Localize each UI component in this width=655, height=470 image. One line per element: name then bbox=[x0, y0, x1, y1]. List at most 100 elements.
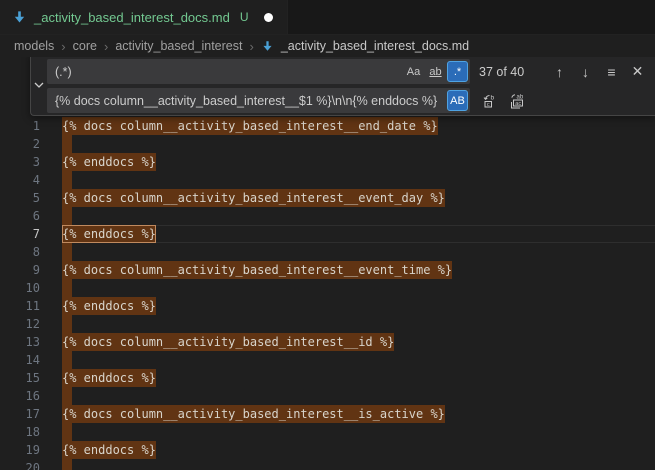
replace-button[interactable]: b c bbox=[478, 89, 501, 112]
svg-text:ac: ac bbox=[515, 100, 521, 106]
editor-line[interactable]: 3 {% enddocs %} bbox=[0, 153, 655, 171]
replace-all-button[interactable]: ab ac bbox=[505, 89, 528, 112]
line-content: {% docs column__activity_based_interest_… bbox=[62, 261, 655, 279]
editor-line[interactable]: 1 {% docs column__activity_based_interest… bbox=[0, 117, 655, 135]
toggle-replace-chevron-icon[interactable] bbox=[31, 59, 47, 111]
line-number: 13 bbox=[0, 333, 40, 351]
chevron-right-icon: › bbox=[104, 39, 108, 54]
git-status-badge: U bbox=[240, 10, 249, 24]
find-match-highlight: {% docs column__activity_based_interest_… bbox=[62, 189, 445, 207]
line-content: {% enddocs %} bbox=[62, 369, 655, 387]
tab-filename: _activity_based_interest_docs.md bbox=[34, 10, 230, 25]
find-input[interactable]: (.*) Aa ab .* bbox=[47, 59, 470, 84]
replace-row: {% docs column__activity_based_interest_… bbox=[47, 88, 649, 113]
line-number: 1 bbox=[0, 117, 40, 135]
svg-text:b: b bbox=[490, 94, 494, 101]
line-number: 17 bbox=[0, 405, 40, 423]
find-row: (.*) Aa ab .* 37 of 40 ↑ ↓ ≡ ✕ bbox=[47, 59, 649, 84]
find-match-highlight: {% docs column__activity_based_interest_… bbox=[62, 333, 394, 351]
line-content: {% enddocs %} bbox=[62, 153, 655, 171]
line-number: 12 bbox=[0, 315, 40, 333]
replace-input[interactable]: {% docs column__activity_based_interest_… bbox=[47, 88, 470, 113]
breadcrumb: models › core › activity_based_interest … bbox=[0, 35, 655, 57]
line-content bbox=[62, 171, 655, 189]
line-number: 2 bbox=[0, 135, 40, 153]
editor-line[interactable]: 8 bbox=[0, 243, 655, 261]
preserve-case-toggle[interactable]: AB bbox=[447, 90, 468, 111]
editor-line[interactable]: 18 bbox=[0, 423, 655, 441]
line-number: 7 bbox=[0, 225, 40, 243]
editor-line[interactable]: 11 {% enddocs %} bbox=[0, 297, 655, 315]
match-case-toggle[interactable]: Aa bbox=[403, 61, 424, 82]
editor-line[interactable]: 15 {% enddocs %} bbox=[0, 369, 655, 387]
find-match-highlight: {% enddocs %} bbox=[62, 297, 156, 315]
editor-line[interactable]: 16 bbox=[0, 387, 655, 405]
unsaved-dot-icon[interactable] bbox=[264, 13, 273, 22]
chevron-right-icon: › bbox=[61, 39, 65, 54]
find-match-highlight bbox=[62, 459, 72, 470]
breadcrumb-item-models[interactable]: models bbox=[14, 39, 54, 53]
find-match-highlight bbox=[62, 315, 72, 333]
find-match-highlight: {% enddocs %} bbox=[62, 369, 156, 387]
line-content bbox=[62, 387, 655, 405]
close-find-button[interactable]: ✕ bbox=[626, 60, 649, 83]
editor-line[interactable]: 17 {% docs column__activity_based_interes… bbox=[0, 405, 655, 423]
current-find-match: {% enddocs %} bbox=[62, 225, 156, 243]
find-match-highlight: {% enddocs %} bbox=[62, 441, 156, 459]
regex-toggle[interactable]: .* bbox=[447, 61, 468, 82]
previous-match-button[interactable]: ↑ bbox=[548, 60, 571, 83]
editor-line[interactable]: 9 {% docs column__activity_based_interest… bbox=[0, 261, 655, 279]
line-content bbox=[62, 243, 655, 261]
line-number: 20 bbox=[0, 459, 40, 470]
tab-bar: _activity_based_interest_docs.md U bbox=[0, 0, 655, 35]
line-number: 11 bbox=[0, 297, 40, 315]
editor-line[interactable]: 10 bbox=[0, 279, 655, 297]
editor-line[interactable]: 4 bbox=[0, 171, 655, 189]
find-match-highlight: {% docs column__activity_based_interest_… bbox=[62, 117, 438, 135]
breadcrumb-item-file[interactable]: _activity_based_interest_docs.md bbox=[281, 39, 469, 53]
editor-line[interactable]: 14 bbox=[0, 351, 655, 369]
line-content: {% docs column__activity_based_interest_… bbox=[62, 405, 655, 423]
line-content: {% docs column__activity_based_interest_… bbox=[62, 117, 655, 135]
whole-word-toggle[interactable]: ab bbox=[425, 61, 446, 82]
find-nav-buttons: ↑ ↓ ≡ ✕ bbox=[548, 60, 649, 83]
find-match-highlight: {% docs column__activity_based_interest_… bbox=[62, 261, 452, 279]
line-content: {% enddocs %} bbox=[62, 225, 655, 243]
markdown-file-icon bbox=[261, 40, 274, 53]
find-in-selection-button[interactable]: ≡ bbox=[600, 60, 623, 83]
find-match-highlight: {% enddocs %} bbox=[62, 153, 156, 171]
editor-line[interactable]: 13 {% docs column__activity_based_interes… bbox=[0, 333, 655, 351]
editor-tab[interactable]: _activity_based_interest_docs.md U bbox=[0, 0, 288, 34]
editor-line[interactable]: 6 bbox=[0, 207, 655, 225]
next-match-button[interactable]: ↓ bbox=[574, 60, 597, 83]
line-number: 15 bbox=[0, 369, 40, 387]
line-number: 3 bbox=[0, 153, 40, 171]
editor-line[interactable]: 7 {% enddocs %} bbox=[0, 225, 655, 243]
find-match-highlight bbox=[62, 135, 72, 153]
line-number: 6 bbox=[0, 207, 40, 225]
vscode-window: _activity_based_interest_docs.md U model… bbox=[0, 0, 655, 470]
editor-pane[interactable]: 1 {% docs column__activity_based_interest… bbox=[0, 57, 655, 470]
find-match-highlight bbox=[62, 423, 72, 441]
match-count: 37 of 40 bbox=[479, 65, 524, 79]
line-number: 16 bbox=[0, 387, 40, 405]
find-match-highlight bbox=[62, 351, 72, 369]
editor-line[interactable]: 20 bbox=[0, 459, 655, 470]
editor-line[interactable]: 19{% enddocs %} bbox=[0, 441, 655, 459]
find-match-highlight bbox=[62, 243, 72, 261]
svg-text:c: c bbox=[486, 102, 489, 108]
replace-actions: b c ab bbox=[478, 89, 528, 112]
editor-line[interactable]: 12 bbox=[0, 315, 655, 333]
line-number: 5 bbox=[0, 189, 40, 207]
breadcrumb-item-activity-based-interest[interactable]: activity_based_interest bbox=[115, 39, 242, 53]
breadcrumb-item-core[interactable]: core bbox=[73, 39, 97, 53]
line-content bbox=[62, 207, 655, 225]
line-number: 10 bbox=[0, 279, 40, 297]
line-number: 18 bbox=[0, 423, 40, 441]
line-content: {% docs column__activity_based_interest_… bbox=[62, 333, 655, 351]
editor-line[interactable]: 2 bbox=[0, 135, 655, 153]
find-widget-rows: (.*) Aa ab .* 37 of 40 ↑ ↓ ≡ ✕ bbox=[47, 59, 649, 111]
editor-line[interactable]: 5 {% docs column__activity_based_interest… bbox=[0, 189, 655, 207]
line-content: {% docs column__activity_based_interest_… bbox=[62, 189, 655, 207]
line-number: 9 bbox=[0, 261, 40, 279]
